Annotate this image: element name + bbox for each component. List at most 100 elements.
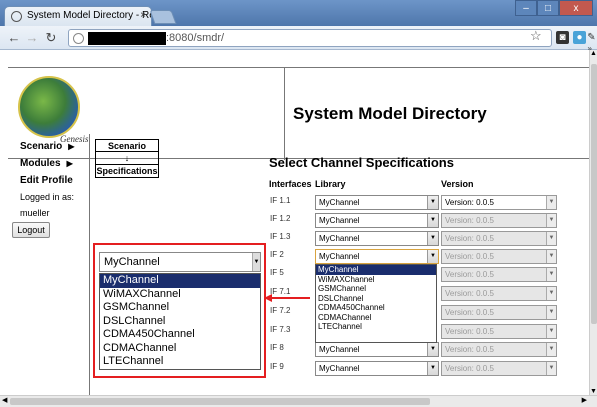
nav-edit-profile[interactable]: Edit Profile	[20, 175, 73, 186]
zoom-option[interactable]: CDMA450Channel	[100, 328, 260, 342]
dropdown-arrow-icon: ▼	[546, 196, 556, 209]
dropdown-arrow-icon: ▼	[546, 325, 556, 338]
version-select: Version: 0.0.5 ▼	[441, 213, 557, 228]
zoom-option[interactable]: CDMAChannel	[100, 342, 260, 356]
breadcrumb-scenario[interactable]: Scenario	[96, 140, 158, 152]
version-select: Version: 0.0.5 ▼	[441, 231, 557, 246]
zoom-option[interactable]: WiMAXChannel	[100, 288, 260, 302]
dropdown-arrow-icon: ▼	[546, 250, 556, 263]
library-select[interactable]: MyChannel ▼	[315, 342, 439, 357]
section-title: Select Channel Specifications	[269, 155, 454, 170]
redacted-host	[88, 32, 166, 45]
scroll-down-icon[interactable]: ▼	[590, 388, 597, 395]
interface-label: IF 9	[270, 362, 284, 371]
browser-toolbar: ← → ↻ :8080/smdr/ ☆ ◙ ● ✎	[0, 26, 597, 50]
version-value: Version: 0.0.5	[445, 308, 494, 317]
tab-close-icon[interactable]: ×	[140, 10, 146, 21]
library-select[interactable]: MyChannel ▼	[315, 361, 439, 376]
close-window-button[interactable]: x	[559, 0, 593, 16]
version-value: Version: 0.0.5	[445, 289, 494, 298]
forward-arrow-icon[interactable]: →	[24, 30, 40, 46]
down-arrow-icon: ↓	[124, 153, 130, 163]
version-select: Version: 0.0.5 ▼	[441, 324, 557, 339]
library-value: MyChannel	[319, 252, 360, 261]
dropdown-option[interactable]: LTEChannel	[316, 322, 436, 332]
dropdown-option[interactable]: CDMA450Channel	[316, 303, 436, 313]
logged-in-label: Logged in as:	[20, 192, 75, 202]
address-bar[interactable]: :8080/smdr/	[68, 29, 552, 47]
zoom-option[interactable]: LTEChannel	[100, 355, 260, 369]
interface-label: IF 8	[270, 343, 284, 352]
vertical-scrollbar[interactable]: ▲ ▼	[589, 50, 597, 395]
library-value: MyChannel	[319, 345, 360, 354]
library-dropdown-list[interactable]: MyChannel WiMAXChannel GSMChannel DSLChanne…	[315, 264, 437, 343]
version-value: Version: 0.0.5	[445, 364, 494, 373]
nav-modules-label: Modules	[20, 158, 61, 169]
logout-button[interactable]: Logout	[12, 222, 50, 238]
dropdown-arrow-icon: ▼	[427, 362, 438, 375]
page-icon	[73, 33, 84, 44]
dropdown-arrow-icon: ▼	[546, 306, 556, 319]
version-select: Version: 0.0.5 ▼	[441, 249, 557, 264]
page-favicon-icon	[11, 11, 22, 22]
dropdown-arrow-icon: ▼	[546, 287, 556, 300]
left-nav: Scenario ▶ Modules ▶ Edit Profile Logged i…	[8, 134, 90, 398]
library-select[interactable]: MyChannel ▼	[315, 231, 439, 246]
version-select[interactable]: Version: 0.0.5 ▼	[441, 195, 557, 210]
username: mueller	[20, 208, 50, 218]
tab-title: System Model Directory - Repo	[27, 10, 151, 21]
new-tab-button[interactable]	[149, 10, 177, 24]
zoom-selected-value: MyChannel	[104, 256, 160, 268]
horizontal-scrollbar[interactable]: ◀ ▶	[0, 395, 597, 407]
hscroll-thumb[interactable]	[10, 398, 430, 405]
chevron-right-icon: ▶	[68, 142, 75, 151]
version-value: Version: 0.0.5	[445, 252, 494, 261]
dropdown-arrow-icon: ▼	[546, 268, 556, 281]
library-select[interactable]: MyChannel ▼	[315, 195, 439, 210]
version-value: Version: 0.0.5	[445, 327, 494, 336]
dropdown-arrow-icon: ▼	[427, 196, 438, 209]
version-select: Version: 0.0.5 ▼	[441, 286, 557, 301]
wrench-icon[interactable]: ✎	[587, 31, 596, 44]
scroll-right-icon[interactable]: ▶	[582, 396, 587, 404]
scroll-left-icon[interactable]: ◀	[2, 396, 7, 404]
zoom-option[interactable]: GSMChannel	[100, 301, 260, 315]
zoom-option[interactable]: MyChannel	[100, 274, 260, 288]
url-text: :8080/smdr/	[166, 32, 225, 44]
nav-modules[interactable]: Modules ▶	[20, 158, 73, 169]
dropdown-arrow-icon: ▼	[546, 214, 556, 227]
bookmark-star-icon[interactable]: ☆	[530, 28, 542, 44]
extension-icon[interactable]: ◙	[556, 31, 569, 44]
dropdown-option[interactable]: MyChannel	[316, 265, 436, 275]
dropdown-option[interactable]: CDMAChannel	[316, 313, 436, 323]
browser-tab[interactable]: System Model Directory - Repo ×	[4, 6, 152, 26]
window-controls: – □ x	[515, 0, 593, 16]
version-value: Version: 0.0.5	[445, 216, 494, 225]
window-titlebar: System Model Directory - Repo × – □ x	[0, 0, 597, 26]
dropdown-option[interactable]: DSLChannel	[316, 294, 436, 304]
library-select[interactable]: MyChannel ▼	[315, 213, 439, 228]
library-select[interactable]: MyChannel ▼	[315, 249, 439, 264]
dropdown-option[interactable]: GSMChannel	[316, 284, 436, 294]
maximize-button[interactable]: □	[537, 0, 559, 16]
nav-scenario[interactable]: Scenario ▶	[20, 141, 74, 152]
reload-icon[interactable]: ↻	[43, 30, 59, 46]
extension-icon[interactable]: ●	[573, 31, 586, 44]
zoom-options-list[interactable]: MyChannel WiMAXChannel GSMChannel DSLChanne…	[99, 273, 261, 370]
scroll-up-icon[interactable]: ▲	[590, 50, 597, 57]
dropdown-option[interactable]: WiMAXChannel	[316, 275, 436, 285]
dropdown-arrow-icon: ▼	[252, 253, 260, 271]
minimize-button[interactable]: –	[515, 0, 537, 16]
zoom-library-select[interactable]: MyChannel ▼	[99, 252, 261, 272]
interface-label: IF 2	[270, 250, 284, 259]
scroll-thumb[interactable]	[591, 64, 597, 324]
interface-label: IF 1.3	[270, 232, 291, 241]
genesis-logo-icon	[18, 76, 80, 138]
zoom-option[interactable]: DSLChannel	[100, 315, 260, 329]
col-interfaces: Interfaces	[269, 179, 312, 189]
interface-label: IF 7.3	[270, 325, 291, 334]
library-value: MyChannel	[319, 364, 360, 373]
back-arrow-icon[interactable]: ←	[6, 30, 22, 46]
version-value: Version: 0.0.5	[445, 234, 494, 243]
breadcrumb-specifications[interactable]: Specifications	[96, 164, 158, 176]
